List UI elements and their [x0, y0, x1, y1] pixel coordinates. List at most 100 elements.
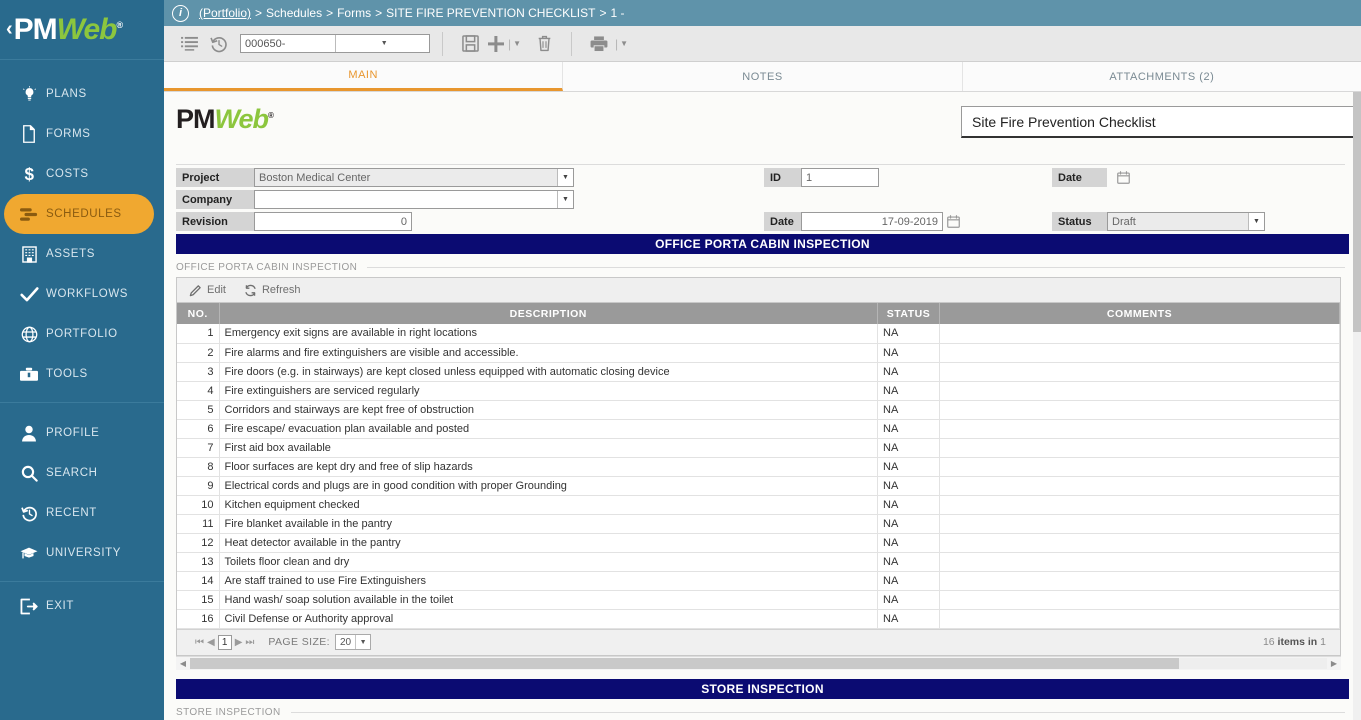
column-header-status[interactable]: STATUS — [877, 303, 940, 324]
cell-description[interactable]: Toilets floor clean and dry — [219, 552, 878, 572]
cell-no[interactable]: 13 — [177, 552, 220, 572]
table-row[interactable]: 15 Hand wash/ soap solution available in … — [177, 590, 1340, 610]
cell-no[interactable]: 4 — [177, 381, 220, 401]
cell-status[interactable]: NA — [877, 438, 940, 458]
cell-comments[interactable] — [939, 400, 1340, 420]
scrollbar-thumb[interactable] — [190, 657, 1180, 669]
cell-status[interactable]: NA — [877, 343, 940, 363]
previous-page-icon[interactable]: ◀ — [207, 637, 215, 648]
cell-status[interactable]: NA — [877, 495, 940, 515]
breadcrumb-part-schedules[interactable]: Schedules — [266, 6, 322, 20]
cell-description[interactable]: Fire extinguishers are serviced regularl… — [219, 381, 878, 401]
sidebar-item-search[interactable]: SEARCH — [0, 453, 164, 493]
breadcrumb-part-checklist[interactable]: SITE FIRE PREVENTION CHECKLIST — [386, 6, 595, 20]
sidebar-item-portfolio[interactable]: PORTFOLIO — [0, 314, 164, 354]
cell-description[interactable]: Kitchen equipment checked — [219, 495, 878, 515]
cell-status[interactable]: NA — [877, 476, 940, 496]
cell-description[interactable]: Fire doors (e.g. in stairways) are kept … — [219, 362, 878, 382]
cell-no[interactable]: 7 — [177, 438, 220, 458]
breadcrumb-part-forms[interactable]: Forms — [337, 6, 371, 20]
cell-no[interactable]: 3 — [177, 362, 220, 382]
cell-comments[interactable] — [939, 495, 1340, 515]
cell-description[interactable]: Heat detector available in the pantry — [219, 533, 878, 553]
cell-description[interactable]: Hand wash/ soap solution available in th… — [219, 590, 878, 610]
first-page-icon[interactable]: ⏮ — [195, 637, 204, 648]
cell-no[interactable]: 5 — [177, 400, 220, 420]
cell-comments[interactable] — [939, 343, 1340, 363]
table-row[interactable]: 4 Fire extinguishers are serviced regular… — [177, 381, 1340, 401]
cell-description[interactable]: Floor surfaces are kept dry and free of … — [219, 457, 878, 477]
table-row[interactable]: 5 Corridors and stairways are kept free o… — [177, 400, 1340, 420]
cell-status[interactable]: NA — [877, 552, 940, 572]
sidebar-item-schedules[interactable]: SCHEDULES — [4, 194, 154, 234]
trash-icon[interactable] — [529, 31, 559, 57]
cell-status[interactable]: NA — [877, 381, 940, 401]
info-icon[interactable]: i — [172, 4, 189, 22]
history-icon[interactable] — [204, 31, 234, 57]
cell-status[interactable]: NA — [877, 400, 940, 420]
cell-status[interactable]: NA — [877, 571, 940, 591]
table-row[interactable]: 7 First aid box available NA — [177, 438, 1340, 458]
sidebar-item-costs[interactable]: $ COSTS — [0, 154, 164, 194]
table-row[interactable]: 9 Electrical cords and plugs are in good … — [177, 476, 1340, 496]
cell-no[interactable]: 8 — [177, 457, 220, 477]
company-select[interactable]: ▼ — [254, 190, 574, 209]
cell-no[interactable]: 15 — [177, 590, 220, 610]
cell-comments[interactable] — [939, 438, 1340, 458]
chevron-down-icon[interactable]: ▼ — [557, 191, 573, 208]
cell-no[interactable]: 14 — [177, 571, 220, 591]
print-icon[interactable] — [584, 31, 614, 57]
id-input[interactable]: 1 — [801, 168, 879, 187]
add-chevron-down-icon[interactable]: ▼ — [513, 39, 521, 48]
tab-main[interactable]: MAIN — [164, 62, 564, 91]
cell-status[interactable]: NA — [877, 419, 940, 439]
cell-comments[interactable] — [939, 514, 1340, 534]
sidebar-item-recent[interactable]: RECENT — [0, 493, 164, 533]
cell-description[interactable]: Civil Defense or Authority approval — [219, 609, 878, 629]
scroll-right-icon[interactable]: ▶ — [1327, 659, 1341, 668]
cell-description[interactable]: Fire escape/ evacuation plan available a… — [219, 419, 878, 439]
cell-comments[interactable] — [939, 609, 1340, 629]
calendar-icon[interactable] — [1117, 171, 1130, 184]
sidebar-item-tools[interactable]: TOOLS — [0, 354, 164, 394]
cell-no[interactable]: 1 — [177, 324, 220, 344]
table-row[interactable]: 6 Fire escape/ evacuation plan available … — [177, 419, 1340, 439]
save-icon[interactable] — [455, 31, 485, 57]
next-page-icon[interactable]: ▶ — [235, 637, 243, 648]
cell-no[interactable]: 2 — [177, 343, 220, 363]
tab-attachments[interactable]: ATTACHMENTS (2) — [963, 62, 1361, 91]
page-size-select[interactable]: 20 ▼ — [334, 634, 372, 650]
date-lower-input[interactable]: 17-09-2019 — [801, 212, 943, 231]
sidebar-item-assets[interactable]: ASSETS — [0, 234, 164, 274]
cell-status[interactable]: NA — [877, 324, 940, 344]
cell-no[interactable]: 11 — [177, 514, 220, 534]
column-header-description[interactable]: DESCRIPTION — [219, 303, 878, 324]
cell-comments[interactable] — [939, 552, 1340, 572]
checklist-title-field[interactable]: Site Fire Prevention Checklist — [961, 106, 1361, 138]
sidebar-item-profile[interactable]: PROFILE — [0, 413, 164, 453]
cell-description[interactable]: Fire blanket available in the pantry — [219, 514, 878, 534]
table-row[interactable]: 11 Fire blanket available in the pantry NA — [177, 514, 1340, 534]
table-row[interactable]: 13 Toilets floor clean and dry NA — [177, 552, 1340, 572]
cell-description[interactable]: First aid box available — [219, 438, 878, 458]
cell-no[interactable]: 9 — [177, 476, 220, 496]
scrollbar-thumb[interactable] — [1353, 92, 1361, 332]
cell-comments[interactable] — [939, 324, 1340, 344]
sidebar-item-plans[interactable]: PLANS — [0, 74, 164, 114]
record-select[interactable]: 000650- ▼ — [240, 34, 430, 53]
tab-notes[interactable]: NOTES — [563, 62, 963, 91]
cell-status[interactable]: NA — [877, 362, 940, 382]
cell-status[interactable]: NA — [877, 609, 940, 629]
cell-no[interactable]: 12 — [177, 533, 220, 553]
cell-comments[interactable] — [939, 590, 1340, 610]
column-header-no[interactable]: NO. — [177, 303, 220, 324]
cell-description[interactable]: Are staff trained to use Fire Extinguish… — [219, 571, 878, 591]
cell-description[interactable]: Fire alarms and fire extinguishers are v… — [219, 343, 878, 363]
chevron-down-icon[interactable]: ▼ — [334, 35, 429, 52]
cell-no[interactable]: 6 — [177, 419, 220, 439]
scroll-left-icon[interactable]: ◀ — [176, 659, 190, 668]
table-row[interactable]: 10 Kitchen equipment checked NA — [177, 495, 1340, 515]
chevron-down-icon[interactable]: ▼ — [1248, 213, 1264, 230]
table-row[interactable]: 16 Civil Defense or Authority approval NA — [177, 609, 1340, 629]
add-icon[interactable] — [485, 31, 507, 57]
